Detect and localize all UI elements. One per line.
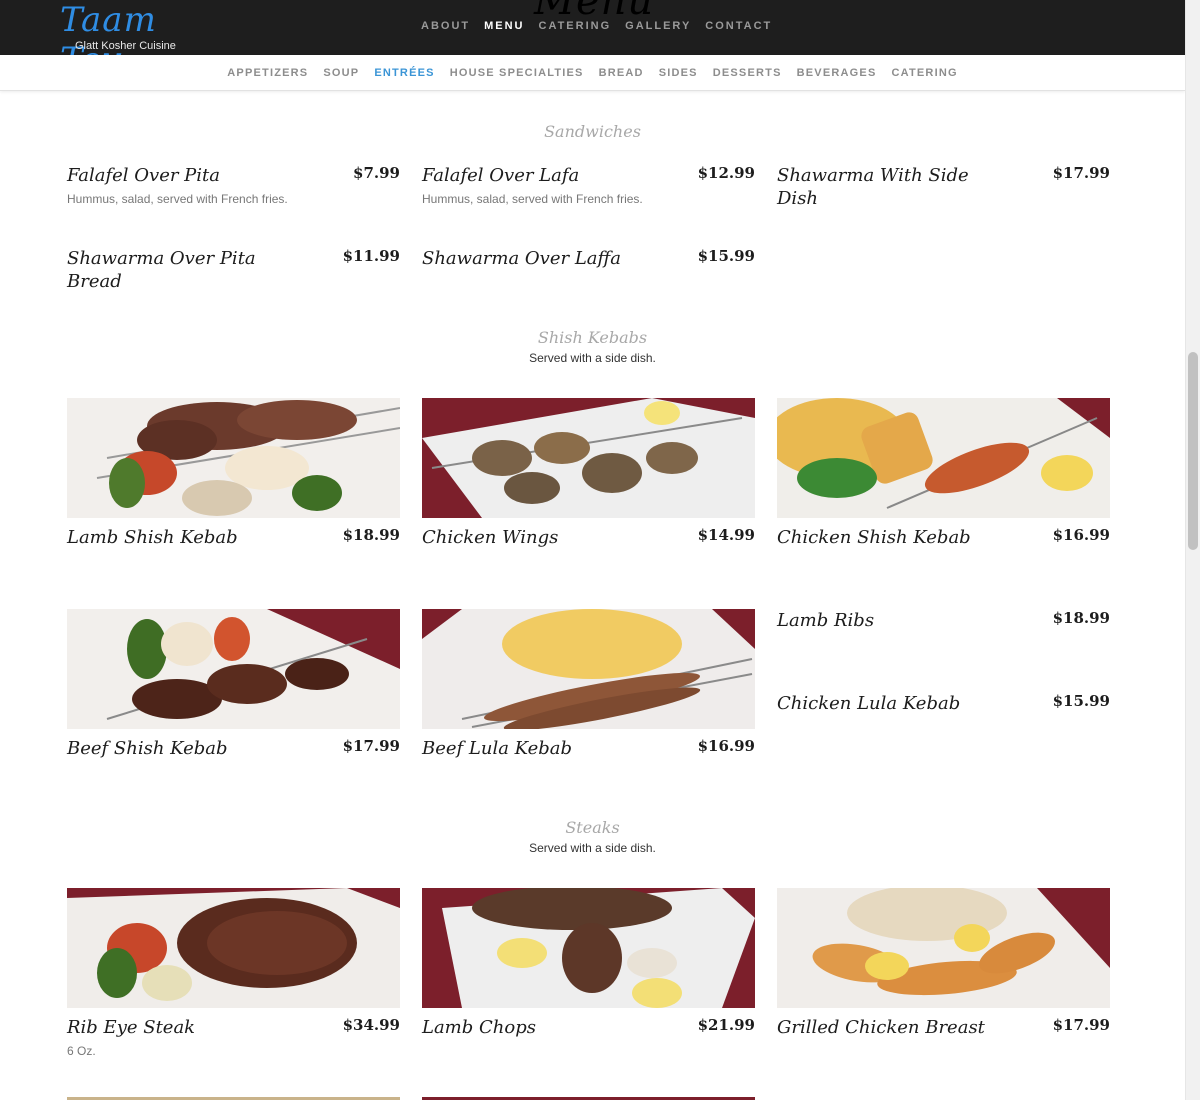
chicken-wings-photo[interactable]	[422, 398, 755, 518]
nav-menu[interactable]: MENU	[484, 20, 524, 32]
item-price: $17.99	[1052, 1016, 1110, 1034]
item-name: Grilled Chicken Breast	[777, 1017, 985, 1038]
subnav-soup[interactable]: SOUP	[323, 67, 359, 79]
subnav-beverages[interactable]: BEVERAGES	[797, 67, 877, 79]
item-description: Hummus, salad, served with French fries.	[67, 192, 288, 206]
subnav-house-specialties[interactable]: HOUSE SPECIALTIES	[450, 67, 584, 79]
beef-kebab-photo[interactable]	[67, 609, 400, 729]
item-price: $18.99	[342, 526, 400, 544]
section-note-kebabs: Served with a side dish.	[529, 351, 656, 365]
item-name: Lamb Ribs	[777, 610, 875, 631]
item-price: $15.99	[1052, 692, 1110, 710]
item-price: $17.99	[1052, 164, 1110, 182]
subnav-sides[interactable]: SIDES	[659, 67, 698, 79]
item-description: Hummus, salad, served with French fries.	[422, 192, 643, 206]
section-title-steaks: Steaks	[565, 818, 620, 837]
page-scrollbar[interactable]	[1185, 0, 1200, 1100]
item-name: Chicken Wings	[422, 527, 559, 548]
item-name: Shawarma With Side Dish	[777, 165, 969, 209]
nav-catering[interactable]: CATERING	[539, 20, 612, 32]
item-name: Lamb Shish Kebab	[67, 527, 238, 548]
nav-gallery[interactable]: GALLERY	[625, 20, 691, 32]
item-name: Falafel Over Pita	[67, 165, 221, 186]
item-name: Beef Shish Kebab	[67, 738, 228, 759]
item-price: $7.99	[353, 164, 400, 182]
main-nav: ABOUT MENU CATERING GALLERY CONTACT	[414, 20, 779, 32]
item-price: $11.99	[342, 247, 400, 265]
item-name: Rib Eye Steak	[67, 1017, 196, 1038]
subnav-catering[interactable]: CATERING	[892, 67, 958, 79]
item-name: Chicken Shish Kebab	[777, 527, 971, 548]
lamb-kebab-photo[interactable]	[67, 398, 400, 518]
item-price: $21.99	[697, 1016, 755, 1034]
subnav-appetizers[interactable]: APPETIZERS	[227, 67, 308, 79]
subnav-desserts[interactable]: DESSERTS	[713, 67, 782, 79]
lamb-chops-photo[interactable]	[422, 888, 755, 1008]
chicken-kebab-photo[interactable]	[777, 398, 1110, 518]
item-name: Shawarma Over Laffa	[422, 248, 621, 269]
item-description: 6 Oz.	[67, 1044, 96, 1058]
top-header: Menu Taam Tov Glatt Kosher Cuisine ABOUT…	[0, 0, 1185, 55]
item-name: Chicken Lula Kebab	[777, 693, 961, 714]
item-price: $15.99	[697, 247, 755, 265]
section-title-kebabs: Shish Kebabs	[537, 328, 648, 347]
nav-about[interactable]: ABOUT	[421, 20, 470, 32]
item-name: Shawarma Over Pita Bread	[67, 248, 256, 292]
item-price: $17.99	[342, 737, 400, 755]
logo-tagline: Glatt Kosher Cuisine	[75, 40, 176, 52]
item-price: $12.99	[697, 164, 755, 182]
section-title-sandwiches: Sandwiches	[544, 122, 641, 141]
item-name: Falafel Over Lafa	[422, 165, 580, 186]
scrollbar-thumb[interactable]	[1188, 352, 1198, 550]
item-price: $34.99	[342, 1016, 400, 1034]
subnav-bread[interactable]: BREAD	[599, 67, 644, 79]
item-name: Beef Lula Kebab	[422, 738, 573, 759]
subnav-entrees[interactable]: ENTRÉES	[374, 67, 434, 79]
section-note-steaks: Served with a side dish.	[529, 841, 656, 855]
beef-lula-photo[interactable]	[422, 609, 755, 729]
item-price: $16.99	[697, 737, 755, 755]
nav-contact[interactable]: CONTACT	[705, 20, 772, 32]
item-price: $18.99	[1052, 609, 1110, 627]
menu-category-nav: APPETIZERS SOUP ENTRÉES HOUSE SPECIALTIE…	[0, 55, 1185, 91]
item-name: Lamb Chops	[422, 1017, 536, 1038]
rib-eye-photo[interactable]	[67, 888, 400, 1008]
chicken-breast-photo[interactable]	[777, 888, 1110, 1008]
site-logo[interactable]: Taam Tov Glatt Kosher Cuisine	[60, 0, 210, 55]
item-price: $16.99	[1052, 526, 1110, 544]
item-price: $14.99	[697, 526, 755, 544]
